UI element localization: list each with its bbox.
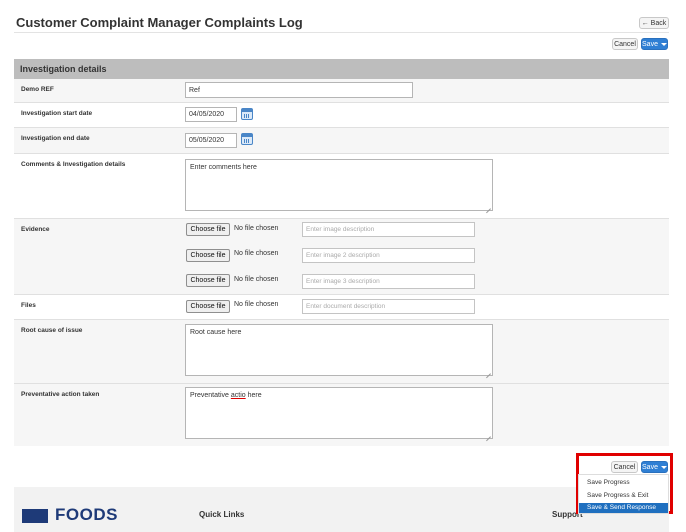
logo-text: FOODS bbox=[55, 505, 118, 524]
comments-label: Comments & Investigation details bbox=[21, 161, 126, 168]
preventative-text-misspelled: actio bbox=[230, 392, 246, 399]
preventative-text-prefix: Preventative bbox=[190, 392, 231, 399]
demo-ref-input[interactable]: Ref bbox=[185, 82, 413, 98]
preventative-label: Preventative action taken bbox=[21, 391, 100, 398]
root-cause-label: Root cause of issue bbox=[21, 327, 83, 334]
image-description-input-1[interactable]: Enter image description bbox=[302, 222, 475, 237]
menu-item-save-send-response[interactable]: Save & Send Response bbox=[579, 503, 668, 513]
row-start-date: Investigation start date 04/05/2020 bbox=[14, 103, 669, 128]
row-end-date: Investigation end date 05/05/2020 bbox=[14, 128, 669, 154]
caret-down-icon bbox=[660, 465, 667, 469]
root-cause-text: Root cause here bbox=[190, 329, 242, 336]
choose-file-button-3[interactable]: Choose file bbox=[186, 274, 230, 287]
save-dropdown-button-bottom[interactable]: Save bbox=[641, 461, 668, 473]
resize-handle-icon[interactable] bbox=[486, 204, 491, 209]
choose-file-button-1[interactable]: Choose file bbox=[186, 223, 230, 236]
row-files: Files Choose file No file chosen Enter d… bbox=[14, 295, 669, 320]
row-root-cause: Root cause of issue Root cause here bbox=[14, 320, 669, 384]
start-date-input[interactable]: 04/05/2020 bbox=[185, 107, 237, 122]
no-file-text-1: No file chosen bbox=[234, 225, 279, 232]
save-dropdown-button-top[interactable]: Save bbox=[641, 38, 668, 50]
header-divider bbox=[14, 32, 669, 33]
no-file-text-2: No file chosen bbox=[234, 250, 279, 257]
end-date-label: Investigation end date bbox=[21, 135, 90, 142]
quick-links-heading: Quick Links bbox=[199, 510, 245, 519]
image-description-input-3[interactable]: Enter image 3 description bbox=[302, 274, 475, 289]
calendar-icon[interactable] bbox=[241, 108, 253, 120]
row-preventative: Preventative action taken Preventative a… bbox=[14, 384, 669, 446]
save-dropdown-menu: Save Progress Save Progress & Exit Save … bbox=[578, 474, 669, 514]
resize-handle-icon[interactable] bbox=[486, 369, 491, 374]
cancel-button-top[interactable]: Cancel bbox=[612, 38, 638, 50]
choose-file-button-2[interactable]: Choose file bbox=[186, 249, 230, 262]
comments-text: Enter comments here bbox=[190, 164, 257, 171]
preventative-textarea[interactable]: Preventative actio here bbox=[185, 387, 493, 439]
image-description-input-2[interactable]: Enter image 2 description bbox=[302, 248, 475, 263]
section-title: Investigation details bbox=[14, 59, 669, 79]
page-title: Customer Complaint Manager Complaints Lo… bbox=[16, 15, 303, 30]
cancel-button-bottom[interactable]: Cancel bbox=[611, 461, 638, 473]
comments-textarea[interactable]: Enter comments here bbox=[185, 159, 493, 211]
start-date-label: Investigation start date bbox=[21, 110, 93, 117]
row-demo-ref: Demo REF Ref bbox=[14, 79, 669, 103]
save-label-top: Save bbox=[642, 40, 658, 48]
demo-ref-label: Demo REF bbox=[21, 86, 54, 93]
menu-item-save-progress-exit[interactable]: Save Progress & Exit bbox=[579, 490, 668, 502]
resize-handle-icon[interactable] bbox=[486, 432, 491, 437]
no-file-text-3: No file chosen bbox=[234, 276, 279, 283]
evidence-label: Evidence bbox=[21, 226, 50, 233]
row-comments: Comments & Investigation details Enter c… bbox=[14, 154, 669, 219]
files-label: Files bbox=[21, 302, 36, 309]
save-label-bottom: Save bbox=[642, 463, 658, 471]
no-file-text-doc: No file chosen bbox=[234, 301, 279, 308]
footer: FOODS Quick Links Support bbox=[14, 487, 669, 532]
end-date-input[interactable]: 05/05/2020 bbox=[185, 133, 237, 148]
logo-mark-icon bbox=[22, 509, 48, 523]
caret-down-icon bbox=[660, 42, 667, 46]
back-button[interactable]: ← Back bbox=[639, 17, 669, 29]
preventative-text-suffix: here bbox=[245, 392, 262, 399]
row-evidence: Evidence Choose file No file chosen Ente… bbox=[14, 219, 669, 295]
root-cause-textarea[interactable]: Root cause here bbox=[185, 324, 493, 376]
choose-file-button-doc[interactable]: Choose file bbox=[186, 300, 230, 313]
menu-item-save-progress[interactable]: Save Progress bbox=[579, 477, 668, 489]
calendar-icon[interactable] bbox=[241, 133, 253, 145]
document-description-input[interactable]: Enter document description bbox=[302, 299, 475, 314]
